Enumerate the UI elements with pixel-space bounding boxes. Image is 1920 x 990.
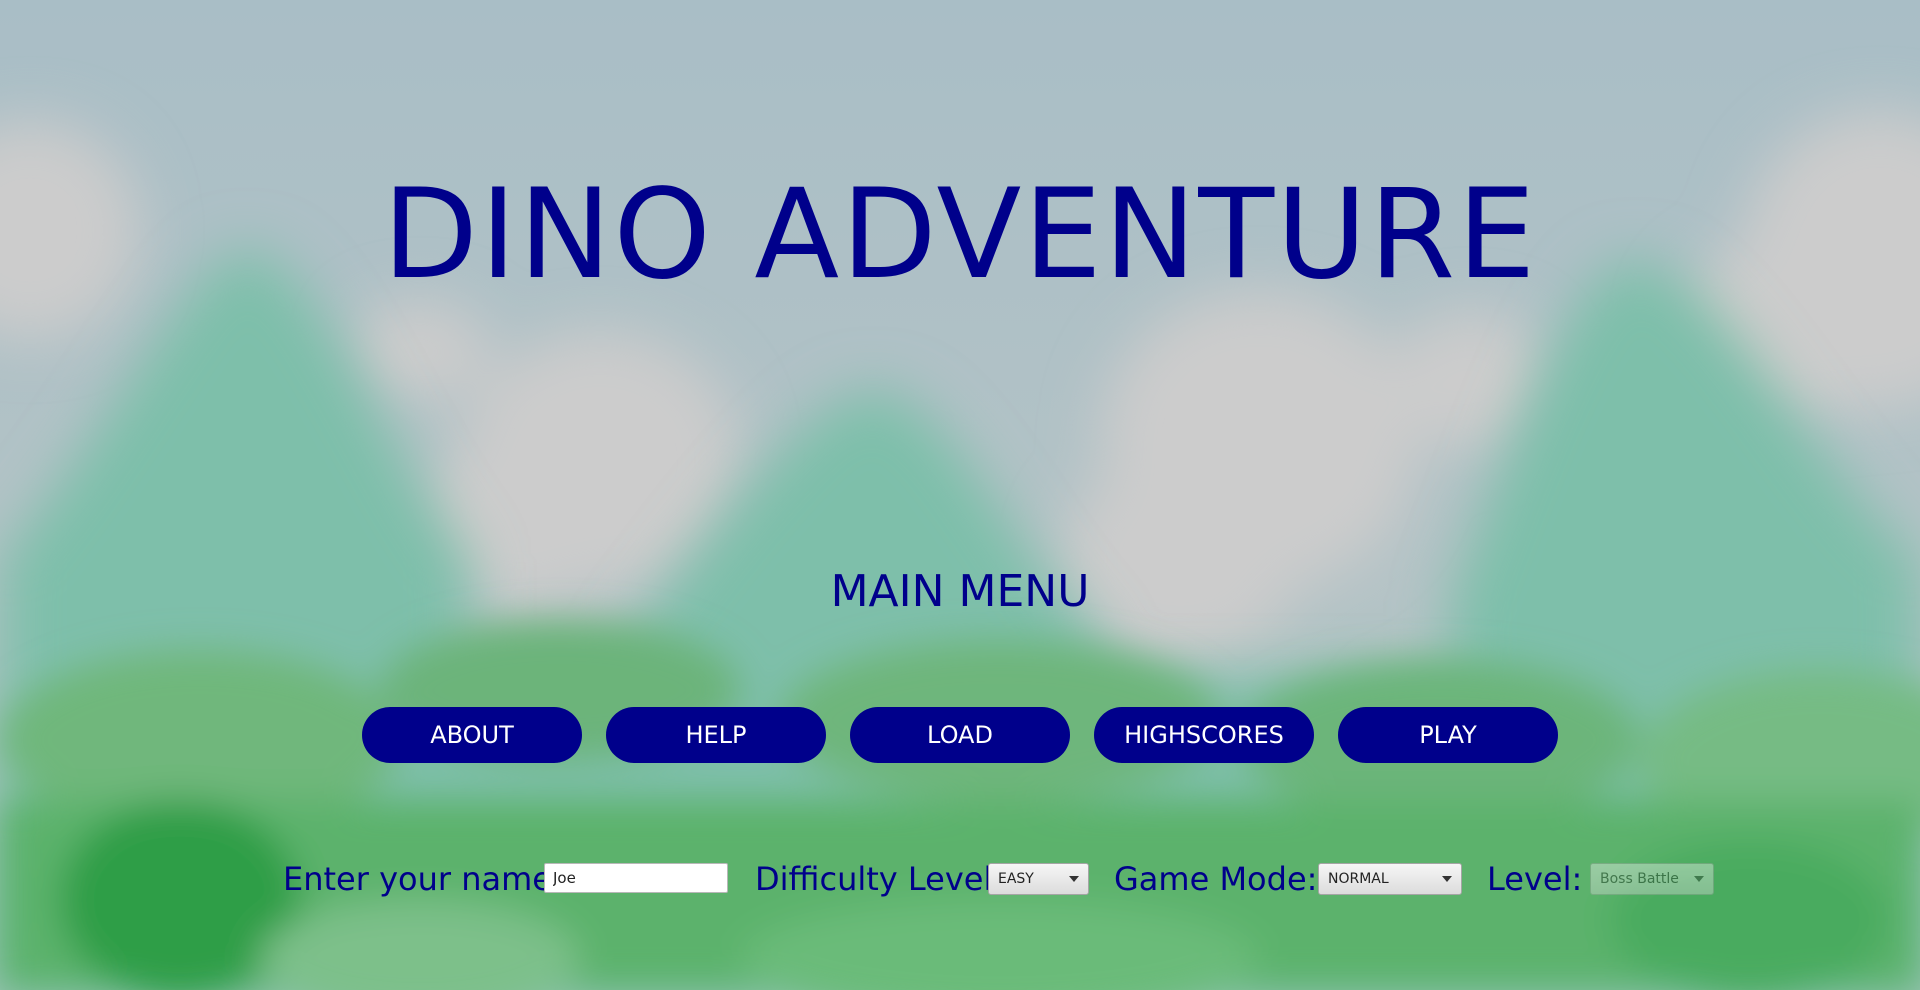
level-label: Level:	[1487, 860, 1583, 898]
difficulty-select[interactable]: EASY	[988, 863, 1089, 895]
game-title: DINO ADVENTURE	[382, 163, 1538, 307]
level-select[interactable]: Boss Battle	[1590, 863, 1714, 895]
background-scenery	[0, 0, 1920, 990]
game-mode-select[interactable]: NORMAL	[1318, 863, 1462, 895]
game-mode-label: Game Mode:	[1114, 860, 1318, 898]
name-label: Enter your name:	[283, 860, 563, 898]
chevron-down-icon	[1442, 876, 1452, 882]
game-mode-value: NORMAL	[1328, 871, 1389, 887]
difficulty-value: EASY	[998, 871, 1034, 887]
help-button[interactable]: HELP	[606, 707, 826, 763]
load-button[interactable]: LOAD	[850, 707, 1070, 763]
chevron-down-icon	[1069, 876, 1079, 882]
chevron-down-icon	[1694, 876, 1704, 882]
name-input[interactable]	[544, 863, 728, 893]
highscores-button[interactable]: HIGHSCORES	[1094, 707, 1314, 763]
play-button[interactable]: PLAY	[1338, 707, 1558, 763]
difficulty-label: Difficulty Level:	[755, 860, 1004, 898]
menu-heading: MAIN MENU	[830, 566, 1090, 617]
level-value: Boss Battle	[1600, 871, 1679, 887]
about-button[interactable]: ABOUT	[362, 707, 582, 763]
